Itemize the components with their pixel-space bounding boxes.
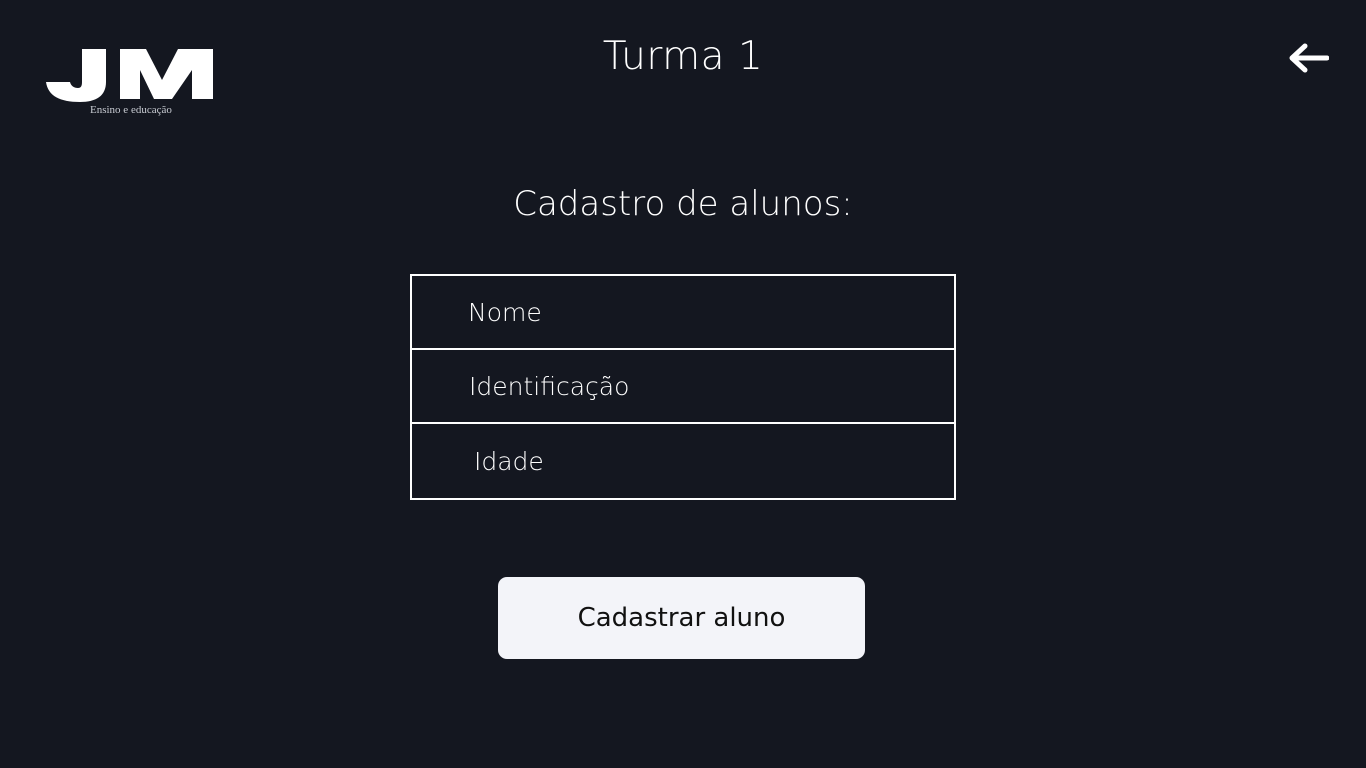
app-screen: Ensino e educação Turma 1 Cadastro de al…	[0, 0, 1366, 768]
logo-subtitle: Ensino e educação	[90, 104, 172, 116]
page-title: Turma 1	[602, 34, 764, 79]
name-field-row	[412, 276, 954, 350]
age-field-row	[412, 424, 954, 498]
name-input[interactable]	[412, 276, 954, 348]
identification-field-row	[412, 350, 954, 424]
register-student-button[interactable]: Cadastrar aluno	[498, 577, 865, 659]
student-form	[410, 274, 956, 500]
arrow-left-icon	[1289, 43, 1329, 73]
identification-input[interactable]	[412, 350, 954, 422]
age-input[interactable]	[412, 424, 954, 498]
back-button[interactable]	[1284, 38, 1332, 78]
form-heading: Cadastro de alunos:	[513, 184, 853, 224]
